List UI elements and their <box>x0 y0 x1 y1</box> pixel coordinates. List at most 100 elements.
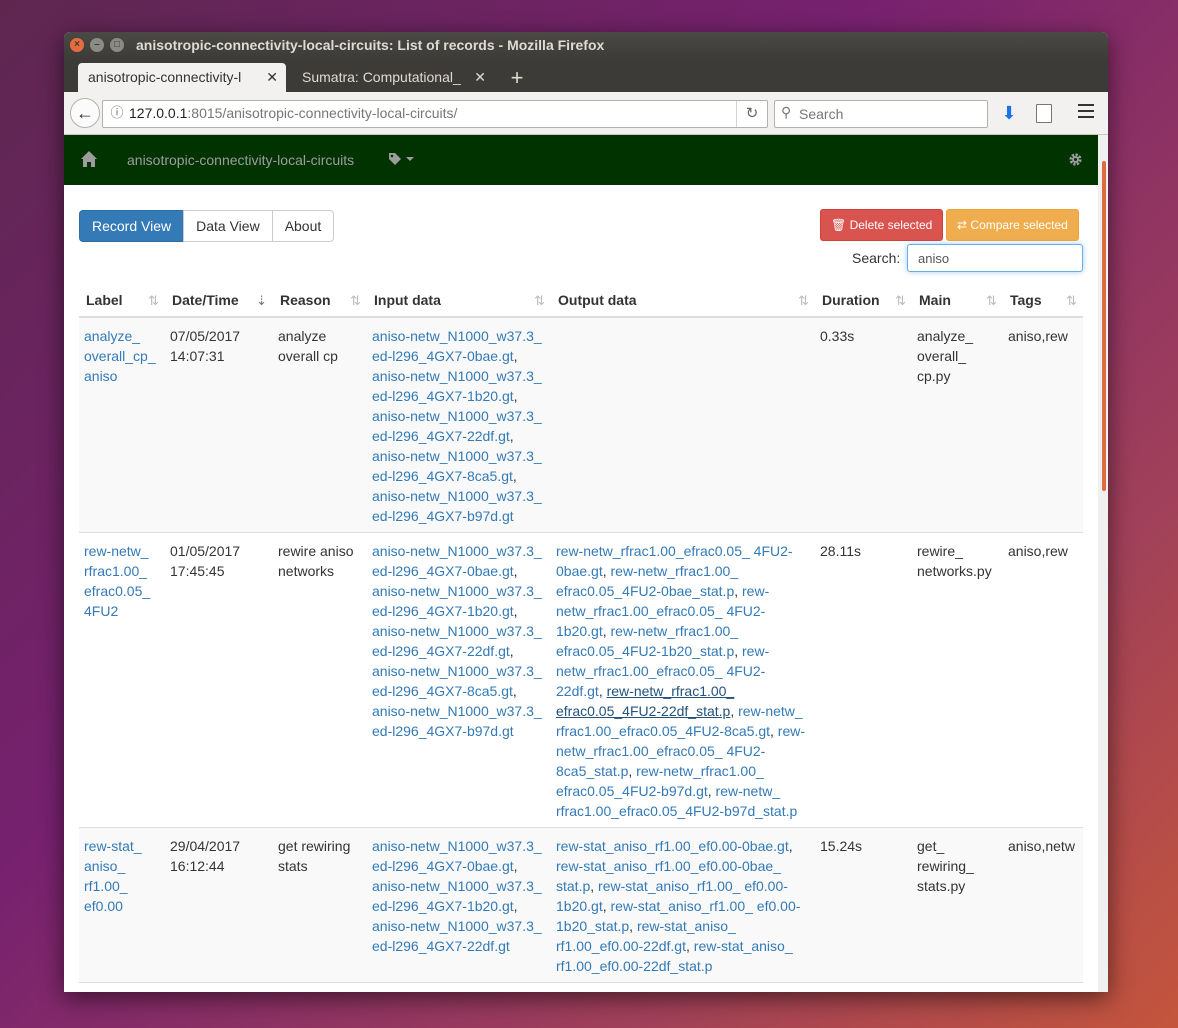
view-switcher: Record View Data View About <box>79 210 335 242</box>
label-cell: rew-netw_ rfrac1.00_ efrac0.05_ 4FU2 <box>79 532 165 828</box>
home-icon[interactable] <box>80 150 98 168</box>
records-search-input[interactable]: aniso <box>907 244 1083 272</box>
page-viewport: anisotropic-connectivity-local-circuits … <box>64 135 1108 992</box>
label-cell: rew-stat_ aniso_ rf1.00_ ef0.00 <box>79 827 165 983</box>
record-time: 16:12:44 <box>170 858 225 874</box>
sort-icon[interactable]: ⇅ <box>534 293 545 309</box>
scrollbar-thumb[interactable] <box>1102 161 1106 491</box>
column-header-label[interactable]: Label ⇅ <box>79 287 165 318</box>
column-header-tags[interactable]: Tags ⇅ <box>1003 287 1083 318</box>
record-main-file: analyze_ overall_ cp.py <box>917 328 974 384</box>
tags-cell: aniso,rew <box>1003 532 1083 828</box>
input-file-link[interactable]: aniso-netw_N1000_w37.3_ ed-l296_4GX7-1b2… <box>372 878 542 914</box>
delete-selected-label: Delete selected <box>849 218 933 232</box>
record-date: 29/04/2017 <box>170 838 241 854</box>
column-header-reason[interactable]: Reason ⇅ <box>273 287 367 318</box>
gear-icon[interactable] <box>1068 152 1083 167</box>
tags-dropdown[interactable] <box>388 150 414 166</box>
record-label-link[interactable]: analyze_ overall_cp_ aniso <box>84 328 156 384</box>
input-data-cell: aniso-netw_N1000_w37.3_ ed-l296_4GX7-0ba… <box>367 532 551 828</box>
chevron-down-icon <box>406 157 414 162</box>
browser-tab-bar: anisotropic-connectivity-l ✕ Sumatra: Co… <box>64 60 1108 92</box>
column-header-input-data[interactable]: Input data ⇅ <box>367 287 551 318</box>
hamburger-menu-icon[interactable] <box>1078 104 1094 120</box>
browser-tab-sumatra[interactable]: Sumatra: Computational_ ✕ <box>292 63 494 92</box>
datetime-cell: 29/04/2017 16:12:44 <box>165 827 273 983</box>
column-header-label: Label <box>86 292 123 308</box>
record-duration: 28.11s <box>820 543 861 559</box>
new-tab-button[interactable]: + <box>506 63 528 92</box>
delete-selected-button[interactable]: 🗑 Delete selected <box>820 209 944 241</box>
column-header-label: Duration <box>822 292 880 308</box>
sort-icon[interactable]: ⇅ <box>986 293 997 309</box>
reader-view-icon[interactable] <box>1036 104 1052 123</box>
tab-about[interactable]: About <box>271 210 335 242</box>
sort-icon[interactable]: ⇅ <box>798 293 809 309</box>
column-header-label: Output data <box>558 292 637 308</box>
sort-icon[interactable]: ⇅ <box>1066 293 1077 309</box>
input-file-link[interactable]: aniso-netw_N1000_w37.3_ ed-l296_4GX7-b97… <box>372 488 542 524</box>
record-time: 17:45:45 <box>170 563 225 579</box>
sort-icon[interactable]: ⇅ <box>148 293 159 309</box>
reload-icon[interactable]: ↻ <box>736 101 767 127</box>
record-main-file: rewire_ networks.py <box>917 543 992 579</box>
input-file-link[interactable]: aniso-netw_N1000_w37.3_ ed-l296_4GX7-b97… <box>372 703 542 739</box>
input-file-link[interactable]: aniso-netw_N1000_w37.3_ ed-l296_4GX7-1b2… <box>372 368 542 404</box>
download-arrow-icon[interactable]: ⬇ <box>1000 104 1018 122</box>
url-bar[interactable]: ⓘ 127.0.0.1:8015/anisotropic-connectivit… <box>102 100 768 128</box>
column-header-duration[interactable]: Duration ⇅ <box>815 287 912 318</box>
input-file-link[interactable]: aniso-netw_N1000_w37.3_ ed-l296_4GX7-0ba… <box>372 328 542 364</box>
input-file-link[interactable]: aniso-netw_N1000_w37.3_ ed-l296_4GX7-22d… <box>372 408 542 444</box>
record-tags: aniso,rew <box>1008 328 1068 344</box>
record-label-link[interactable]: rew-stat_ aniso_ rf1.00_ ef0.00 <box>84 838 142 914</box>
duration-cell: 28.11s <box>815 532 912 828</box>
window-maximize-button[interactable]: □ <box>110 38 124 52</box>
output-data-cell: rew-stat_aniso_rf1.00_ef0.00-0bae.gt, re… <box>551 827 815 983</box>
sort-icon[interactable]: ⇅ <box>895 293 906 309</box>
browser-search-input[interactable]: ⚲ Search <box>774 100 988 128</box>
table-row: analyze_ overall_cp_ aniso 07/05/2017 14:0… <box>79 316 1083 533</box>
input-file-link[interactable]: aniso-netw_N1000_w37.3_ ed-l296_4GX7-22d… <box>372 918 542 954</box>
tab-data-view[interactable]: Data View <box>183 210 273 242</box>
input-file-link[interactable]: aniso-netw_N1000_w37.3_ ed-l296_4GX7-1b2… <box>372 583 542 619</box>
input-file-link[interactable]: aniso-netw_N1000_w37.3_ ed-l296_4GX7-8ca… <box>372 663 542 699</box>
tab-record-view[interactable]: Record View <box>79 210 185 242</box>
sort-desc-icon[interactable]: ⇣ <box>256 293 267 309</box>
tab-title: anisotropic-connectivity-l <box>88 69 242 85</box>
input-file-link[interactable]: aniso-netw_N1000_w37.3_ ed-l296_4GX7-0ba… <box>372 543 542 579</box>
url-host: 127.0.0.1 <box>129 105 188 121</box>
column-header-output-data[interactable]: Output data ⇅ <box>551 287 815 318</box>
firefox-window: × – □ anisotropic-connectivity-local-cir… <box>64 32 1108 992</box>
window-close-button[interactable]: × <box>70 38 84 52</box>
window-title: anisotropic-connectivity-local-circuits:… <box>136 37 605 53</box>
input-file-link[interactable]: aniso-netw_N1000_w37.3_ ed-l296_4GX7-8ca… <box>372 448 542 484</box>
label-cell: rew-stat_ <box>79 982 165 992</box>
app-navbar: anisotropic-connectivity-local-circuits <box>64 135 1098 185</box>
input-file-link[interactable]: aniso-netw_N1000_w37.3_ ed-l296_4GX7-0ba… <box>372 838 542 874</box>
project-link[interactable]: anisotropic-connectivity-local-circuits <box>127 152 354 168</box>
compare-selected-button[interactable]: ⇄ Compare selected <box>946 209 1079 241</box>
record-reason: analyze overall cp <box>278 328 338 364</box>
scrollbar[interactable] <box>1098 135 1108 992</box>
table-row: rew-stat_ aniso_ rf1.00_ ef0.00 29/04/201… <box>79 827 1083 983</box>
record-main-file: get_ rewiring_ stats.py <box>917 838 974 894</box>
browser-tab-active[interactable]: anisotropic-connectivity-l ✕ <box>78 63 286 92</box>
sort-icon[interactable]: ⇅ <box>350 293 361 309</box>
info-icon[interactable]: ⓘ <box>109 105 125 121</box>
tab-close-icon[interactable]: ✕ <box>474 63 486 92</box>
window-minimize-button[interactable]: – <box>90 38 104 52</box>
tags-cell: aniso,rew <box>1003 316 1083 533</box>
output-file-link[interactable]: rew-stat_aniso_rf1.00_ef0.00-0bae.gt <box>556 838 789 854</box>
column-header-date-time[interactable]: Date/Time ⇣ <box>165 287 273 318</box>
swap-arrows-icon: ⇄ <box>957 218 968 232</box>
tab-close-icon[interactable]: ✕ <box>266 63 278 92</box>
duration-cell: 16.78s <box>815 982 912 992</box>
datetime-cell: 07/05/2017 14:07:31 <box>165 316 273 533</box>
reason-cell: get rewiring <box>273 982 367 992</box>
window-titlebar: × – □ anisotropic-connectivity-local-cir… <box>64 32 1108 60</box>
input-file-link[interactable]: aniso-netw_N1000_w37.3_ ed-l296_4GX7-22d… <box>372 623 542 659</box>
column-header-label: Date/Time <box>172 292 239 308</box>
back-arrow-icon[interactable]: ← <box>70 98 100 128</box>
column-header-main[interactable]: Main ⇅ <box>912 287 1003 318</box>
record-label-link[interactable]: rew-netw_ rfrac1.00_ efrac0.05_ 4FU2 <box>84 543 150 619</box>
